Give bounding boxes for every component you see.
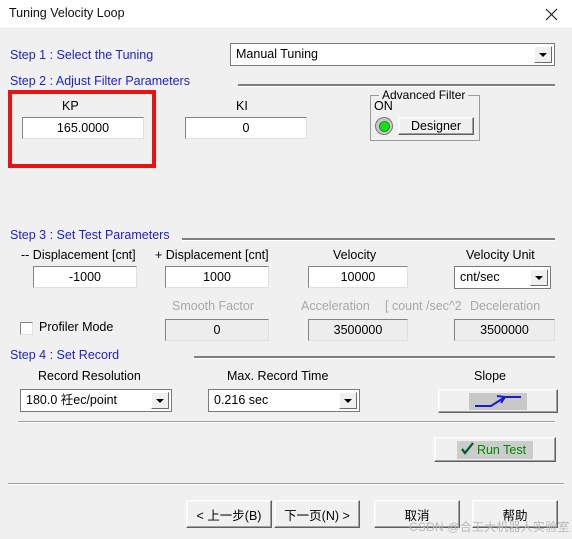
record-resolution-label: Record Resolution xyxy=(38,369,141,383)
pos-displacement-input[interactable]: 1000 xyxy=(165,266,269,288)
profiler-mode-label: Profiler Mode xyxy=(39,320,114,334)
close-icon[interactable] xyxy=(530,0,572,28)
run-test-label: Run Test xyxy=(476,442,527,457)
chevron-down-icon[interactable] xyxy=(534,46,552,63)
ki-input[interactable]: 0 xyxy=(185,117,307,139)
help-button[interactable]: 帮助 xyxy=(472,500,558,528)
chevron-down-icon[interactable] xyxy=(530,269,548,286)
led-indicator-icon xyxy=(375,117,393,135)
window-title: Tuning Velocity Loop xyxy=(9,6,125,20)
tuning-mode-value: Manual Tuning xyxy=(236,47,319,62)
kp-label: KP xyxy=(62,99,79,113)
record-bottom-separator xyxy=(18,421,555,423)
next-button[interactable]: 下一页(N) > xyxy=(274,500,360,528)
run-test-button[interactable]: Run Test xyxy=(434,437,556,462)
back-button[interactable]: < 上一步(B) xyxy=(186,500,272,528)
step1-label: Step 1 : Select the Tuning xyxy=(10,48,154,62)
slope-button[interactable] xyxy=(438,389,558,413)
deceleration-label: Deceleration xyxy=(470,299,541,313)
chevron-down-icon[interactable] xyxy=(151,392,169,409)
smooth-factor-input[interactable]: 0 xyxy=(165,319,269,341)
chevron-down-icon[interactable] xyxy=(339,392,357,409)
footer-separator xyxy=(8,483,564,485)
record-resolution-value: 180.0 祍ec/point xyxy=(26,393,118,408)
check-icon xyxy=(460,441,474,458)
advanced-filter-state-label: ON xyxy=(374,99,393,113)
step4-label: Step 4 : Set Record xyxy=(10,348,120,362)
cancel-button[interactable]: 取消 xyxy=(374,500,460,528)
neg-displacement-input[interactable]: -1000 xyxy=(33,266,137,288)
max-record-time-combobox[interactable]: 0.216 sec xyxy=(208,389,360,412)
slope-label: Slope xyxy=(474,369,506,383)
velocity-unit-value: cnt/sec xyxy=(460,270,500,285)
advanced-filter-group: Advanced Filter ON Designer xyxy=(370,88,480,141)
max-record-time-value: 0.216 sec xyxy=(214,393,269,408)
title-bar: Tuning Velocity Loop xyxy=(0,0,572,29)
unit-note-label: [ count /sec^2 xyxy=(385,299,462,313)
step2-label: Step 2 : Adjust Filter Parameters xyxy=(10,74,190,88)
acceleration-input[interactable]: 3500000 xyxy=(308,319,408,341)
pos-displacement-label: + Displacement [cnt] xyxy=(155,248,269,262)
ki-label: KI xyxy=(236,99,248,113)
neg-displacement-label: -- Displacement [cnt] xyxy=(21,248,136,262)
kp-input[interactable]: 165.0000 xyxy=(22,117,144,139)
step3-separator xyxy=(182,238,555,241)
max-record-time-label: Max. Record Time xyxy=(227,369,329,383)
deceleration-input[interactable]: 3500000 xyxy=(454,319,555,341)
step3-label: Step 3 : Set Test Parameters xyxy=(10,228,170,242)
slope-waveform-icon xyxy=(469,392,527,410)
step4-separator xyxy=(194,356,555,359)
velocity-unit-label: Velocity Unit xyxy=(466,248,535,262)
tuning-velocity-loop-dialog: Tuning Velocity Loop Step 1 : Select the… xyxy=(0,0,572,539)
step2-separator xyxy=(238,84,555,87)
record-resolution-combobox[interactable]: 180.0 祍ec/point xyxy=(20,389,172,412)
velocity-input[interactable]: 10000 xyxy=(308,266,408,288)
designer-button[interactable]: Designer xyxy=(398,117,474,135)
velocity-unit-combobox[interactable]: cnt/sec xyxy=(454,266,551,289)
smooth-factor-label: Smooth Factor xyxy=(172,299,254,313)
profiler-mode-checkbox[interactable] xyxy=(20,322,33,335)
tuning-mode-combobox[interactable]: Manual Tuning xyxy=(230,43,555,66)
acceleration-label: Acceleration xyxy=(301,299,370,313)
velocity-label: Velocity xyxy=(333,248,377,262)
